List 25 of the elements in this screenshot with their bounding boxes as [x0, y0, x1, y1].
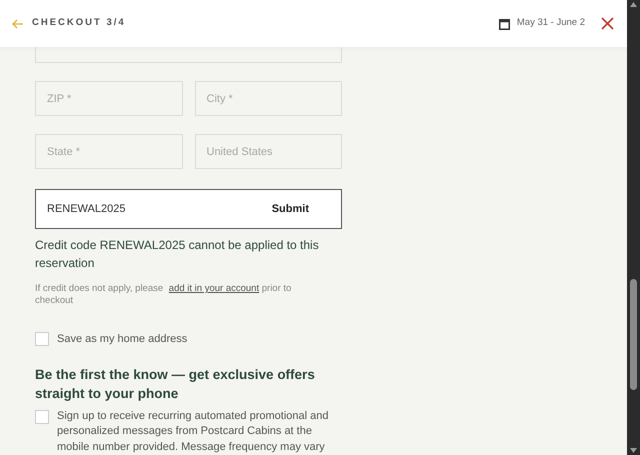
input-field[interactable]: City *	[194, 81, 342, 116]
offers-heading: Be the first the know — get exclusive offers straight to your phone	[35, 366, 316, 402]
back-arrow-icon	[12, 18, 24, 28]
date-range[interactable]: May 31 - June 2	[516, 16, 585, 31]
scrollbar-thumb[interactable]	[630, 279, 637, 390]
scroll-up-icon[interactable]	[630, 2, 637, 7]
input-field[interactable]: ZIP *	[35, 81, 182, 116]
checkbox-label: Save as my home address	[57, 332, 188, 347]
credit-code-field[interactable]: RENEWAL2025 Submit	[35, 189, 342, 229]
credit-hint: If credit does not apply, please add it in your account prior to checkout	[35, 283, 292, 307]
account-link[interactable]: add it in your account	[168, 283, 260, 294]
input-field[interactable]: United States	[194, 134, 342, 169]
calendar-icon	[498, 18, 510, 30]
back-button[interactable]: CHECKOUT 3/4	[12, 16, 126, 31]
input-field[interactable]: State *	[35, 134, 182, 169]
checkbox[interactable]	[35, 410, 49, 424]
submit-button[interactable]: Submit	[250, 194, 331, 224]
error-message: Credit code RENEWAL2025 cannot be applied to this reservation	[35, 237, 320, 272]
checkbox[interactable]	[35, 332, 49, 346]
scrollbar[interactable]	[627, 0, 640, 455]
close-icon	[600, 17, 614, 30]
scroll-down-icon[interactable]	[630, 448, 637, 453]
checkbox-label: Sign up to receive recurring automated promotional and personalized messages from Postcard Cabins at the mobile number provided. Message frequency may vary	[57, 408, 330, 454]
close-button[interactable]	[599, 16, 615, 32]
input-field[interactable]	[35, 47, 342, 63]
